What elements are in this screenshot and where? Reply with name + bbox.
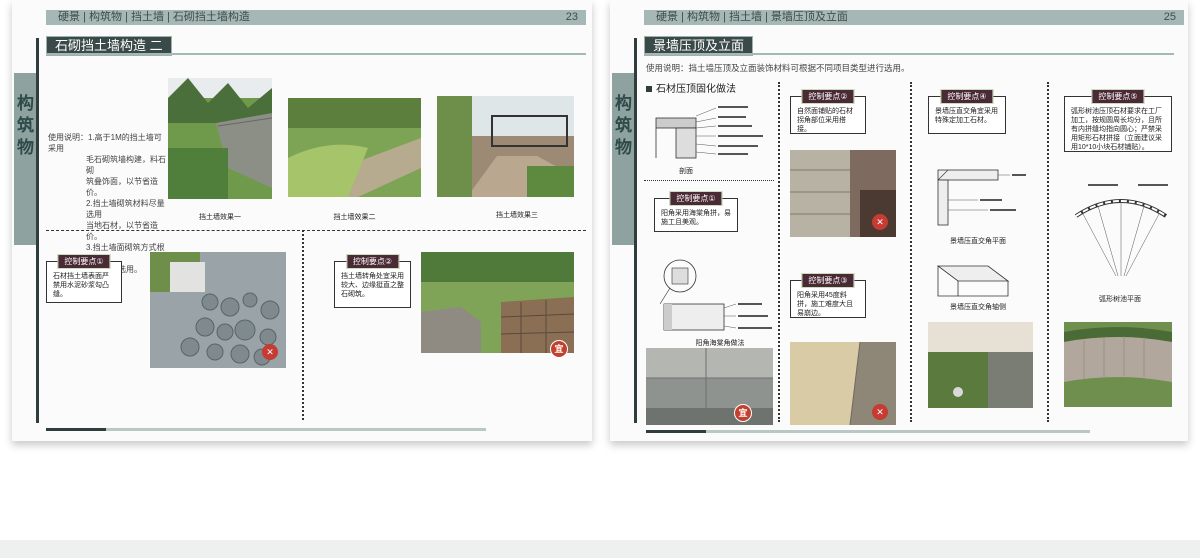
- control-tag: 控制要点⑤: [1091, 89, 1145, 104]
- page-number: 23: [565, 11, 578, 23]
- control-text: 自然面铺贴的石材拐角部位采用搭接。: [797, 108, 853, 133]
- side-label: 构筑物: [14, 73, 36, 245]
- divider-horizontal: [46, 230, 586, 231]
- control-text: 景墙压直交角宜采用特殊定加工石材。: [935, 108, 998, 124]
- control-text: 挡土墙转角处宜采用较大、边缘挺直之整石砌筑。: [341, 273, 404, 298]
- control-point-1: 控制要点① 石材挡土墙表面严禁用水泥砂浆勾凸缝。: [46, 254, 122, 303]
- corner-axis-drawing: [928, 256, 1028, 302]
- usage-note: 使用说明：挡土墙压顶及立面装饰材料可根据不同项目类型进行选用。: [646, 63, 910, 73]
- breadcrumb: 硬景 | 构筑物 | 挡土墙 | 景墙压顶及立面: [656, 11, 848, 23]
- section-caption: 剖面: [679, 168, 693, 175]
- side-label-text: 构筑物: [615, 94, 632, 157]
- not-recommended-icon: ✕: [872, 214, 888, 230]
- divider-vertical: [302, 230, 304, 420]
- control-tag: 控制要点④: [940, 89, 994, 104]
- control-text: 弧形树池压顶石材要求在工厂加工，按规圆周长均分，且所有内拼缝均指向圆心；严禁采用…: [1071, 108, 1162, 151]
- coping-section-drawing: [646, 96, 770, 164]
- control-point-2: 控制要点② 挡土墙转角处宜采用较大、边缘挺直之整石砌筑。: [334, 254, 411, 308]
- page-number: 25: [1163, 11, 1176, 23]
- photo-wall-effect-1: [168, 78, 272, 199]
- control-point-3: 控制要点③ 阳角采用45度斜拼，施工难度大且易崩边。: [790, 273, 866, 318]
- control-point-1: 控制要点① 阳角采用海棠角拼，易施工且美观。: [654, 191, 738, 232]
- section-title-text: 石材压顶固化做法: [656, 84, 736, 95]
- footer-bar: [46, 428, 106, 431]
- corner-joint-caption: 阳角海棠角做法: [695, 340, 745, 347]
- corner-joint-drawing: [650, 246, 774, 336]
- divider-horizontal: [644, 180, 774, 181]
- divider-vertical: [778, 82, 780, 422]
- divider-vertical: [910, 82, 912, 422]
- caption-1: 挡土墙效果一: [199, 214, 241, 221]
- not-recommended-icon: ✕: [262, 344, 278, 360]
- photo-arc-planter: [1064, 322, 1172, 407]
- breadcrumb: 硬景 | 构筑物 | 挡土墙 | 石砌挡土墙构造: [58, 11, 250, 23]
- footer-bar-light: [106, 428, 486, 431]
- photo-wall-effect-3: [437, 96, 574, 197]
- control-tag: 控制要点②: [801, 89, 855, 104]
- control-point-2: 控制要点② 自然面铺贴的石材拐角部位采用搭接。: [790, 89, 866, 134]
- not-recommended-icon: ✕: [872, 404, 888, 420]
- corner-plan-drawing: [928, 150, 1028, 232]
- recommended-icon: 宜: [734, 404, 752, 422]
- page-header: 硬景 | 构筑物 | 挡土墙 | 石砌挡土墙构造 23: [46, 10, 586, 25]
- control-text: 阳角采用海棠角拼，易施工且美观。: [661, 210, 731, 226]
- corner-axis-caption: 景墙压直交角轴侧: [950, 304, 1006, 311]
- photo-corner-stone-wall: [421, 252, 574, 353]
- usage-line: 毛石砌筑墙构建，料石砌: [86, 155, 166, 175]
- usage-line: 筑叠饰面，以节省造价。: [86, 177, 158, 197]
- usage-line: 当地石材，以节省造价。: [86, 221, 158, 241]
- control-tag: 控制要点①: [669, 191, 723, 206]
- control-text: 阳角采用45度斜拼，施工难度大且易崩边。: [797, 292, 853, 317]
- title-underline: [644, 53, 1174, 55]
- arc-planter-drawing: [1068, 176, 1174, 286]
- page-header: 硬景 | 构筑物 | 挡土墙 | 景墙压顶及立面 25: [644, 10, 1184, 25]
- section-title: 石材压顶固化做法: [646, 80, 736, 95]
- photo-granite-corner: [646, 348, 773, 425]
- vertical-rule: [634, 38, 637, 423]
- control-text: 石材挡土墙表面严禁用水泥砂浆勾凸缝。: [53, 273, 109, 298]
- control-tag: 控制要点②: [345, 254, 400, 269]
- corner-plan-caption: 景墙压直交角平面: [950, 238, 1006, 245]
- control-point-4: 控制要点④ 景墙压直交角宜采用特殊定加工石材。: [928, 89, 1006, 134]
- right-page: 硬景 | 构筑物 | 挡土墙 | 景墙压顶及立面 25 构筑物 景墙压顶及立面 …: [610, 0, 1188, 441]
- footer-bar-light: [706, 430, 1090, 433]
- divider-vertical: [1047, 82, 1049, 422]
- side-label-text: 构筑物: [17, 94, 34, 157]
- section-bullet: [646, 86, 652, 93]
- title-underline: [46, 53, 586, 55]
- arc-planter-caption: 弧形树池平面: [1099, 296, 1141, 303]
- recommended-icon: 宜: [550, 340, 568, 358]
- photo-wall-effect-2: [288, 98, 421, 197]
- side-label: 构筑物: [612, 73, 634, 245]
- bottom-gray-strip: [0, 540, 1200, 558]
- caption-3: 挡土墙效果三: [496, 212, 538, 219]
- usage-line: 2.挡土墙砌筑材料尽量选用: [86, 199, 165, 219]
- control-point-5: 控制要点⑤ 弧形树池压顶石材要求在工厂加工，按规圆周长均分，且所有内拼缝均指向圆…: [1064, 89, 1172, 152]
- photo-corner-coping: [928, 322, 1033, 408]
- caption-2: 挡土墙效果二: [333, 214, 376, 221]
- control-tag: 控制要点①: [57, 254, 111, 269]
- left-page: 硬景 | 构筑物 | 挡土墙 | 石砌挡土墙构造 23 构筑物 石砌挡土墙构造 …: [12, 0, 592, 441]
- footer-bar: [646, 430, 706, 433]
- vertical-rule: [36, 38, 39, 423]
- control-tag: 控制要点③: [801, 273, 855, 288]
- usage-line: 使用说明：1.高于1M的挡土墙可采用: [48, 133, 162, 153]
